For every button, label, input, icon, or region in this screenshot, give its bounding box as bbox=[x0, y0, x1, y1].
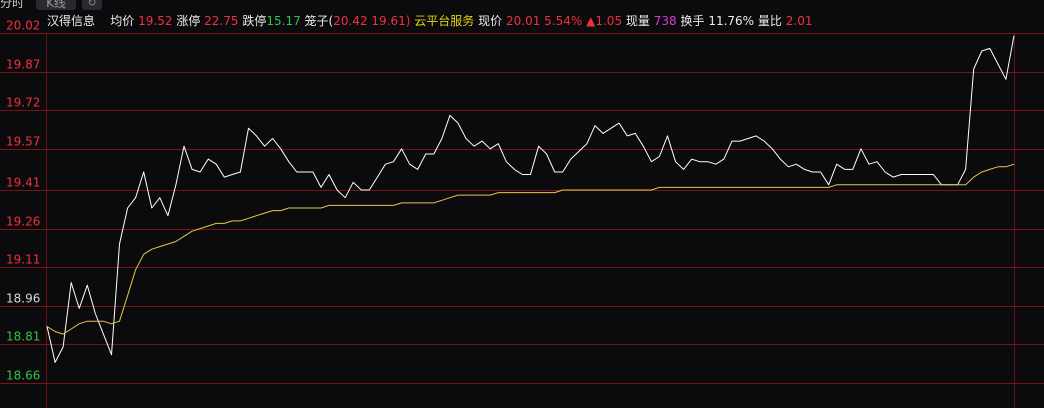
intraday-chart[interactable]: 20.02 19.87 19.72 19.57 19.41 19.26 19.11 18.96… bbox=[0, 0, 1044, 408]
avg-price-series-line bbox=[46, 163, 1015, 335]
y-tick-label: 19.26 bbox=[6, 215, 40, 229]
y-tick-label: 18.81 bbox=[6, 330, 40, 344]
y-tick-label: 18.96 bbox=[6, 292, 40, 306]
y-tick-label: 19.41 bbox=[6, 176, 40, 190]
y-tick-label: 19.11 bbox=[6, 253, 40, 267]
y-tick-label: 19.72 bbox=[6, 96, 40, 110]
y-tick-label: 18.66 bbox=[6, 369, 40, 383]
y-tick-label: 19.87 bbox=[6, 58, 40, 72]
y-tick-label: 19.57 bbox=[6, 135, 40, 149]
price-series-line bbox=[46, 35, 1015, 363]
y-tick-label: 20.02 bbox=[6, 19, 40, 33]
